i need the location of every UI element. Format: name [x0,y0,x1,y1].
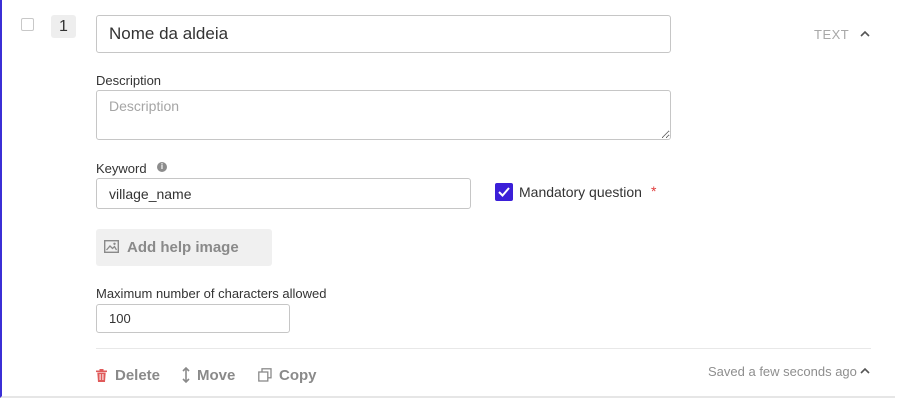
question-title-input[interactable] [96,15,671,53]
question-select-checkbox[interactable] [21,18,34,31]
trash-icon [96,369,107,382]
required-asterisk: * [651,183,657,199]
copy-button[interactable]: Copy [258,366,320,386]
saved-status: Saved a few seconds ago [708,364,857,379]
max-chars-label: Maximum number of characters allowed [96,286,327,301]
description-label: Description [96,73,162,88]
mandatory-checkbox[interactable] [495,183,513,201]
question-number-badge: 1 [51,15,76,38]
move-label: Move [197,367,236,384]
info-icon[interactable]: i [157,162,167,172]
footer-divider [96,348,871,349]
add-help-image-label: Add help image [127,239,239,256]
mandatory-label[interactable]: Mandatory question [519,184,642,200]
image-icon [104,240,119,253]
copy-icon [258,368,272,382]
max-chars-input[interactable] [96,304,290,333]
delete-button[interactable]: Delete [96,366,162,386]
add-help-image-button[interactable]: Add help image [96,229,272,266]
copy-label: Copy [279,367,317,384]
question-type-label: TEXT [814,27,850,42]
question-card: 1 TEXT Description Keyword i Mandatory q… [0,0,895,398]
chevron-up-icon[interactable] [860,30,870,38]
description-textarea[interactable] [96,90,671,140]
keyword-input[interactable] [96,178,471,209]
delete-label: Delete [115,367,161,384]
keyword-label: Keyword [96,161,147,176]
move-vertical-icon [182,367,190,383]
move-button[interactable]: Move [182,366,238,386]
checkmark-icon [498,187,510,197]
chevron-up-icon[interactable] [860,367,870,375]
